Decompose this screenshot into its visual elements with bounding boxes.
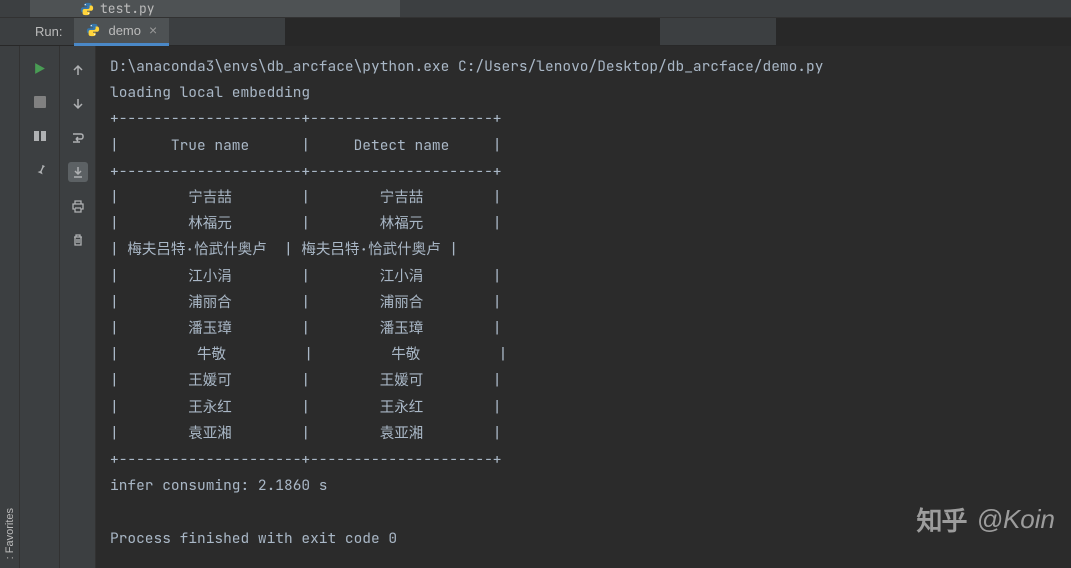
up-arrow-button[interactable] <box>68 60 88 80</box>
stop-button[interactable] <box>32 94 48 110</box>
editor-tab-bar: test.py <box>0 0 1071 18</box>
run-actions-gutter <box>20 46 60 568</box>
down-arrow-button[interactable] <box>68 94 88 114</box>
scroll-to-end-button[interactable] <box>68 162 88 182</box>
python-icon <box>86 23 100 37</box>
file-tab[interactable]: test.py <box>30 0 400 17</box>
layout-toggle-button[interactable] <box>32 128 48 144</box>
watermark-author: @Koin <box>977 504 1055 535</box>
run-panel-label: Run: <box>0 24 74 39</box>
run-toolbar: Run: demo × <box>0 18 1071 46</box>
divider <box>285 18 660 46</box>
left-side-tool-tabs: : Favorites <box>0 46 20 568</box>
soft-wrap-button[interactable] <box>68 128 88 148</box>
file-tab-label: test.py <box>100 0 155 17</box>
zhihu-logo: 知乎 <box>917 501 967 538</box>
rerun-button[interactable] <box>32 60 48 76</box>
print-button[interactable] <box>68 196 88 216</box>
run-tab-label: demo <box>108 23 141 38</box>
divider <box>776 18 1071 46</box>
clear-all-button[interactable] <box>68 230 88 250</box>
console-output[interactable]: D:\anaconda3\envs\db_arcface\python.exe … <box>96 46 1071 568</box>
run-config-tab[interactable]: demo × <box>74 18 169 46</box>
favorites-tool-tab[interactable]: : Favorites <box>4 504 16 563</box>
pin-button[interactable] <box>32 162 48 178</box>
exec-actions-gutter <box>60 46 96 568</box>
close-icon[interactable]: × <box>149 22 157 38</box>
main-content: : Favorites <box>0 46 1071 568</box>
python-file-icon <box>80 2 94 16</box>
watermark: 知乎 @Koin <box>917 501 1055 538</box>
